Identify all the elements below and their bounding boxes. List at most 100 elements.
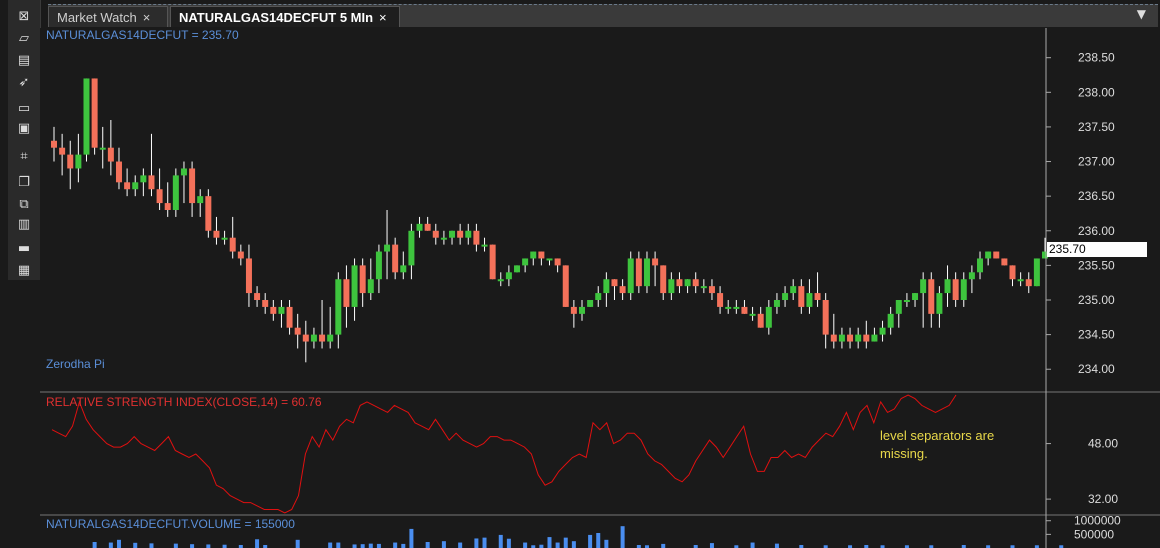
candle-body — [497, 279, 504, 282]
volume-bar — [92, 542, 97, 548]
book-icon[interactable]: ❐ — [14, 174, 34, 192]
open-folder-icon[interactable]: ▱ — [14, 30, 34, 48]
candle-body — [408, 230, 415, 266]
reading-icon[interactable]: ⧉ — [14, 196, 34, 214]
candle-body — [627, 258, 634, 294]
candle-body — [51, 140, 57, 148]
bar-icon[interactable]: ▬ — [14, 240, 34, 258]
window-icon[interactable]: ▭ — [14, 100, 34, 118]
volume-title: NATURALGAS14DECFUT.VOLUME = 155000 — [46, 517, 295, 531]
candle-body — [310, 334, 317, 342]
candle-body — [278, 306, 285, 314]
candle-body — [115, 161, 122, 183]
volume-bar — [108, 542, 113, 548]
candle-body — [164, 203, 171, 210]
candle-body — [229, 237, 236, 252]
candle-body — [530, 251, 537, 259]
candle-body — [351, 265, 358, 307]
close-icon[interactable]: × — [379, 10, 387, 25]
price-title: NATURALGAS14DECFUT = 235.70 — [46, 28, 239, 42]
crosshair-icon[interactable]: ⌗ — [14, 148, 34, 166]
tab-naturalgas-chart[interactable]: NATURALGAS14DECFUT 5 MIn × — [170, 6, 400, 27]
candle-body — [83, 78, 90, 155]
tab-label: Market Watch — [57, 10, 137, 25]
candle-body — [262, 300, 269, 307]
candle-body — [1033, 258, 1040, 287]
candle-body — [254, 293, 261, 300]
candle-body — [928, 279, 935, 314]
candle-body — [684, 279, 691, 287]
candle-body — [107, 147, 114, 162]
candle-body — [668, 279, 675, 294]
price-axis-label: 236.00 — [1078, 224, 1115, 238]
briefcase-icon[interactable]: ▥ — [14, 216, 34, 234]
volume-bar — [190, 544, 195, 548]
candle-body — [847, 334, 854, 342]
tab-label: NATURALGAS14DECFUT 5 MIn — [179, 10, 374, 25]
candle-body — [546, 258, 553, 261]
candle-body — [59, 147, 66, 155]
price-panel: 238.50 238.00 237.50 237.00 236.50 236.00 235.… — [51, 51, 1115, 376]
candle-body — [180, 168, 187, 176]
chevron-down-icon[interactable]: ▼ — [1137, 7, 1146, 21]
price-axis-label: 236.50 — [1078, 189, 1115, 203]
candle-body — [595, 293, 602, 300]
candle-body — [294, 327, 301, 335]
list-icon[interactable]: ▦ — [14, 262, 34, 280]
candle-body — [652, 258, 659, 266]
candle-body — [75, 154, 82, 169]
volume-bar — [506, 538, 511, 548]
candle-body — [245, 258, 252, 294]
candle-body — [140, 175, 147, 183]
candle-body — [489, 244, 496, 280]
candle-body — [1001, 258, 1008, 266]
volume-bar — [709, 543, 714, 548]
candle-body — [822, 300, 829, 335]
candle-body — [1009, 265, 1016, 280]
rocket-icon[interactable]: ➶ — [14, 74, 34, 92]
save-icon[interactable]: ▣ — [14, 120, 34, 138]
chart-area[interactable]: 238.50 238.00 237.50 237.00 236.50 236.00 235.… — [0, 0, 1160, 548]
tab-market-watch[interactable]: Market Watch × — [48, 6, 168, 27]
candle-body — [773, 300, 780, 307]
volume-bar — [458, 542, 463, 548]
candle-body — [375, 251, 382, 280]
candle-body — [473, 230, 480, 245]
candle-body — [798, 286, 805, 307]
volume-bar — [441, 541, 446, 548]
volume-bar — [409, 528, 414, 548]
annotation-note: level separators are missing. — [880, 428, 995, 461]
candle-body — [221, 237, 228, 240]
candle-body — [587, 300, 594, 307]
volume-bar — [750, 542, 755, 548]
chart-icon[interactable]: ▤ — [14, 52, 34, 70]
candle-body — [977, 258, 984, 273]
candle-body — [124, 182, 131, 190]
candle-body — [359, 265, 366, 294]
volume-bar — [352, 544, 357, 548]
volume-axis-label: 1000000 — [1074, 514, 1121, 528]
volume-bar — [328, 542, 333, 548]
candle-body — [700, 286, 707, 289]
candle-body — [790, 286, 797, 294]
close-window-icon[interactable]: ⊠ — [14, 8, 34, 26]
candle-body — [148, 175, 155, 190]
candle-body — [384, 244, 391, 252]
close-icon[interactable]: × — [143, 10, 151, 25]
candle-body — [440, 237, 447, 240]
candle-body — [960, 279, 967, 300]
candle-body — [660, 265, 667, 294]
candle-body — [1017, 279, 1024, 282]
price-axis-label: 235.00 — [1078, 293, 1115, 307]
candle-body — [676, 279, 683, 287]
volume-bar — [336, 542, 341, 548]
candle-body — [91, 78, 98, 148]
volume-bar — [149, 543, 154, 548]
candle-body — [270, 306, 277, 314]
candle-body — [920, 279, 927, 294]
candle-body — [578, 306, 585, 314]
candle-body — [522, 258, 529, 266]
candle-body — [944, 279, 951, 294]
candle-body — [465, 230, 472, 238]
candle-body — [367, 279, 374, 294]
